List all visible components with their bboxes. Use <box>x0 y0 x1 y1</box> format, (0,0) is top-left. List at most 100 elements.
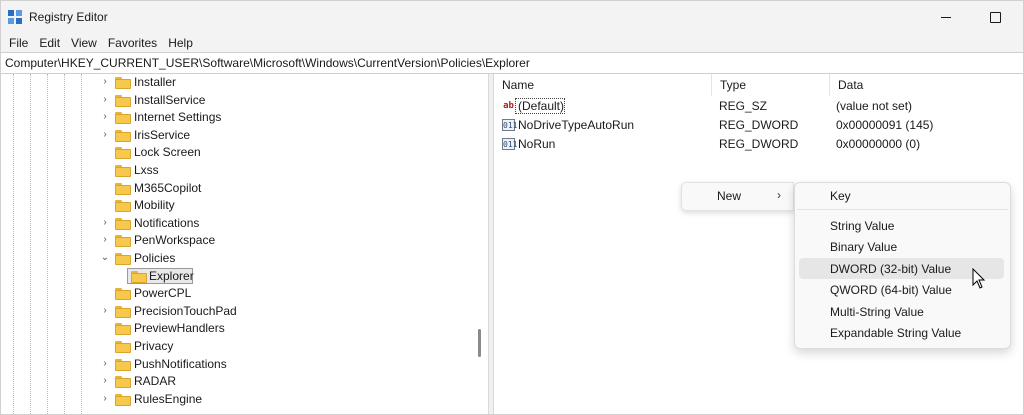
chevron-right-icon[interactable]: › <box>100 129 110 140</box>
context-menu-item-new[interactable]: New › <box>682 183 793 210</box>
tree-item[interactable]: Lxss <box>1 162 471 179</box>
chevron-right-icon[interactable]: › <box>100 217 110 228</box>
tree-item-label: M365Copilot <box>134 180 202 195</box>
folder-icon <box>115 323 131 336</box>
chevron-down-icon[interactable]: ⌄ <box>100 253 110 263</box>
tree-item[interactable]: › RulesEngine <box>1 391 471 408</box>
chevron-right-icon[interactable]: › <box>100 393 110 404</box>
tree-item-label: PowerCPL <box>134 286 192 301</box>
binary-value-icon: 011 <box>502 138 518 150</box>
menu-favorites[interactable]: Favorites <box>104 36 161 50</box>
column-header-name[interactable]: Name <box>494 74 712 96</box>
menu-help[interactable]: Help <box>164 36 197 50</box>
folder-icon <box>115 112 131 125</box>
tree-item[interactable]: › InstallService <box>1 92 471 109</box>
folder-icon <box>115 165 131 177</box>
menu-view[interactable]: View <box>67 36 101 50</box>
folder-icon <box>115 376 131 389</box>
tree-item[interactable]: › IrisService <box>1 127 471 144</box>
column-header-data[interactable]: Data <box>830 74 1020 96</box>
tree-item[interactable]: › PrecisionTouchPad <box>1 303 471 320</box>
submenu-item-label: QWORD (64-bit) Value <box>830 283 952 297</box>
chevron-right-icon[interactable]: › <box>100 94 110 105</box>
tree-item[interactable]: › PenWorkspace <box>1 232 471 249</box>
value-row[interactable]: ab (Default) REG_SZ (value not set) <box>494 97 1023 116</box>
tree-item-label: PreviewHandlers <box>134 321 225 336</box>
minimize-button[interactable] <box>923 1 969 33</box>
value-row[interactable]: 011 NoDriveTypeAutoRun REG_DWORD 0x00000091… <box>494 116 1023 135</box>
tree-item-label: Installer <box>134 75 177 89</box>
string-value-icon: ab <box>503 101 514 111</box>
address-bar[interactable]: Computer\HKEY_CURRENT_USER\Software\Micr… <box>1 52 1023 74</box>
folder-icon <box>115 94 131 107</box>
mouse-cursor-icon <box>972 268 986 289</box>
folder-icon <box>115 341 131 353</box>
column-header-type[interactable]: Type <box>712 74 830 96</box>
submenu-item[interactable]: String Value <box>799 215 1004 236</box>
folder-icon <box>115 358 131 371</box>
folder-icon <box>115 200 131 213</box>
tree-item-label: Lxss <box>134 163 159 177</box>
chevron-right-icon[interactable]: › <box>100 112 110 122</box>
tree-item[interactable]: › Internet Settings <box>1 109 471 126</box>
registry-editor-icon <box>8 10 22 24</box>
tree-item-label: Explorer <box>149 268 194 283</box>
submenu-item[interactable]: Multi-String Value <box>799 301 1004 322</box>
menu-edit[interactable]: Edit <box>35 36 64 50</box>
tree-item-label: PenWorkspace <box>134 233 216 248</box>
submenu-item-label: String Value <box>830 219 895 233</box>
value-type: REG_DWORD <box>719 137 799 151</box>
submenu-item[interactable]: Key <box>799 185 1004 206</box>
maximize-button[interactable] <box>972 1 1018 33</box>
minimize-icon <box>941 16 951 18</box>
submenu-item-label: Binary Value <box>830 240 898 254</box>
tree-item-label: PushNotifications <box>134 356 227 371</box>
folder-icon <box>115 288 131 301</box>
tree-item[interactable]: › Installer <box>1 74 471 91</box>
tree-item-label: Notifications <box>134 215 200 230</box>
chevron-right-icon[interactable]: › <box>100 77 110 87</box>
context-menu-new-label: New <box>717 189 742 203</box>
tree-item[interactable]: M365Copilot <box>1 180 471 197</box>
value-row[interactable]: 011 NoRun REG_DWORD 0x00000000 (0) <box>494 135 1023 154</box>
chevron-right-icon[interactable]: › <box>100 376 110 386</box>
menu-file[interactable]: File <box>5 36 32 50</box>
tree-item[interactable]: PreviewHandlers <box>1 320 471 337</box>
tree-item[interactable]: Mobility <box>1 197 471 214</box>
value-data: 0x00000000 (0) <box>836 137 921 151</box>
context-menu: New › <box>681 182 794 211</box>
value-name: NoDriveTypeAutoRun <box>518 118 635 132</box>
tree-item[interactable]: Explorer <box>1 267 471 285</box>
chevron-right-icon[interactable]: › <box>100 235 110 245</box>
submenu-item[interactable]: Expandable String Value <box>799 322 1004 343</box>
new-submenu: Key String Value Binary Value DWORD (32-bit… <box>794 182 1011 349</box>
value-name: (Default) <box>518 99 565 113</box>
tree-item-label: InstallService <box>134 92 206 107</box>
binary-value-icon: 011 <box>502 119 518 131</box>
chevron-right-icon[interactable]: › <box>100 358 110 369</box>
tree-item[interactable]: Privacy <box>1 338 471 355</box>
submenu-separator <box>797 209 1008 210</box>
title-bar: Registry Editor <box>1 1 1023 33</box>
chevron-right-icon[interactable]: › <box>100 305 110 316</box>
tree-item-label: IrisService <box>134 127 191 142</box>
folder-icon <box>131 270 147 283</box>
folder-icon <box>115 147 131 160</box>
value-name: NoRun <box>518 137 556 151</box>
registry-tree[interactable]: › Installer › InstallService › Internet Setti… <box>1 74 488 414</box>
tree-item[interactable]: › RADAR <box>1 373 471 390</box>
chevron-right-icon: › <box>777 188 781 202</box>
tree-item[interactable]: › Notifications <box>1 215 471 232</box>
submenu-item[interactable]: Binary Value <box>799 236 1004 257</box>
tree-item[interactable]: PowerCPL <box>1 285 471 302</box>
value-type: REG_SZ <box>719 99 768 113</box>
tree-item-label: Internet Settings <box>134 110 222 125</box>
submenu-item-label: Multi-String Value <box>830 305 924 319</box>
tree-item[interactable]: Lock Screen <box>1 144 471 161</box>
tree-item[interactable]: ⌄ Policies <box>1 250 471 267</box>
submenu-item-label: Key <box>830 189 851 203</box>
folder-icon <box>115 217 131 230</box>
tree-item[interactable]: › PushNotifications <box>1 356 471 373</box>
folder-icon <box>115 77 131 89</box>
tree-scrollbar-thumb[interactable] <box>478 329 481 357</box>
